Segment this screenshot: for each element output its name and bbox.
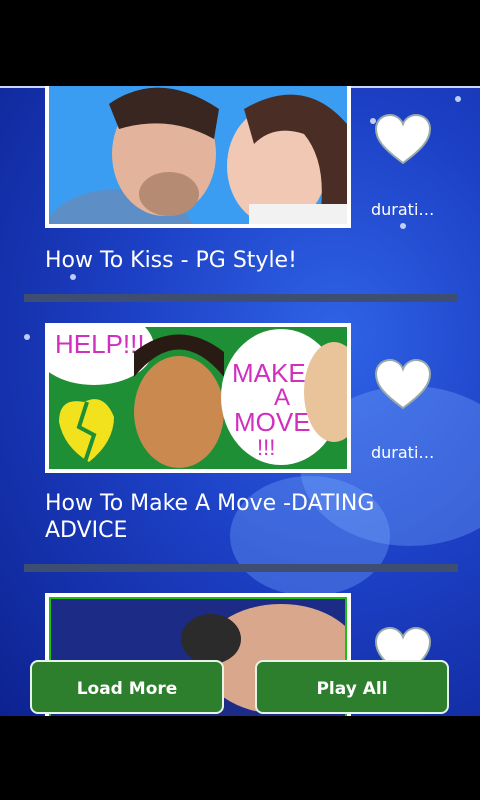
status-bar (0, 0, 480, 84)
video-list[interactable]: durati… How To Kiss - PG Style! HELP!!! … (0, 86, 480, 716)
exclamation-text: !!! (257, 435, 275, 460)
make-text: MAKE (232, 358, 306, 388)
bottom-bar (0, 716, 480, 800)
help-text: HELP!!! (55, 329, 145, 359)
heart-icon[interactable] (374, 358, 432, 410)
play-all-button[interactable]: Play All (255, 660, 449, 714)
video-thumbnail[interactable]: HELP!!! MAKE A MOVE !!! (45, 323, 351, 473)
dating-advice-image: HELP!!! MAKE A MOVE !!! (49, 327, 347, 469)
video-thumbnail[interactable] (45, 86, 351, 228)
kissing-couple-image (49, 86, 347, 224)
divider (24, 294, 458, 302)
video-title[interactable]: How To Make A Move -DATING ADVICE (45, 490, 425, 544)
divider (24, 564, 458, 572)
star-decoration (70, 274, 76, 280)
video-duration: durati… (371, 200, 435, 219)
video-duration: durati… (371, 443, 435, 462)
video-title[interactable]: How To Kiss - PG Style! (45, 247, 425, 274)
star-decoration (24, 334, 30, 340)
star-decoration (455, 96, 461, 102)
move-text: MOVE (234, 407, 311, 437)
heart-icon[interactable] (374, 113, 432, 165)
load-more-button[interactable]: Load More (30, 660, 224, 714)
star-decoration (400, 223, 406, 229)
